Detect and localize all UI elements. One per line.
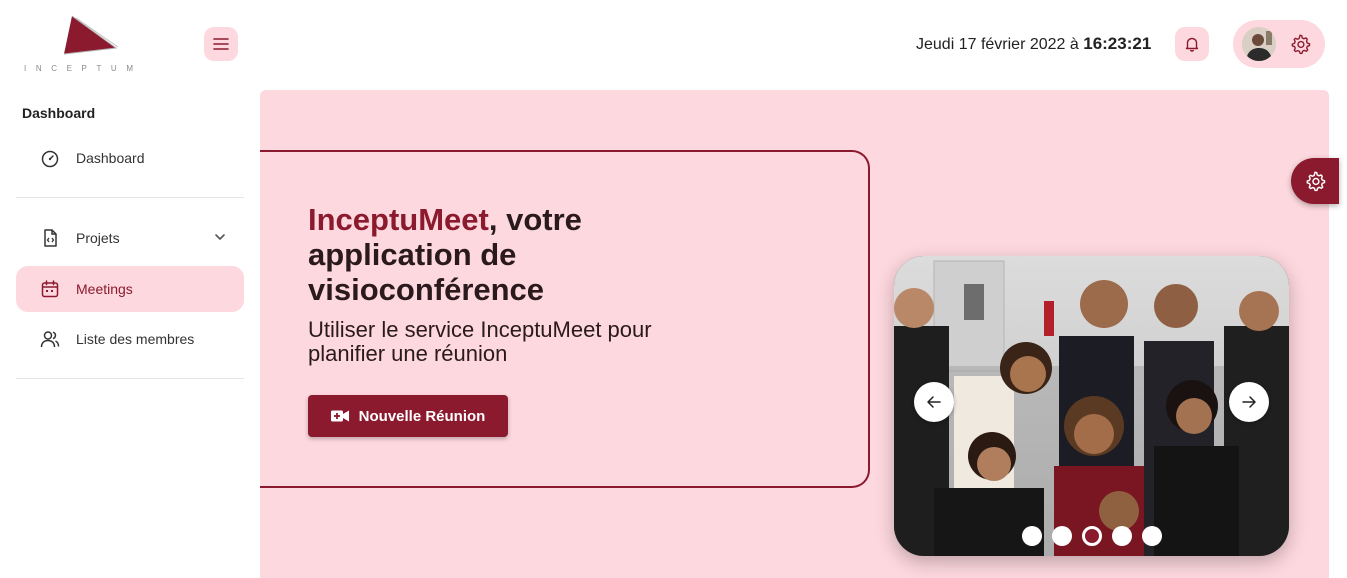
arrow-right-icon: [1242, 396, 1256, 408]
carousel-dot-active[interactable]: [1082, 526, 1102, 546]
sidebar-item-dashboard[interactable]: Dashboard: [16, 135, 244, 181]
image-carousel[interactable]: [894, 256, 1289, 556]
calendar-icon: [40, 279, 60, 299]
sidebar-item-membres[interactable]: Liste des membres: [16, 316, 244, 362]
settings-gear-icon[interactable]: [1289, 33, 1311, 55]
users-icon: [40, 329, 60, 349]
hero-title: InceptuMeet, votre application de visioc…: [308, 202, 668, 307]
sidebar-item-label: Dashboard: [76, 150, 145, 166]
new-meeting-button[interactable]: Nouvelle Réunion: [308, 395, 508, 437]
sidebar-item-label: Liste des membres: [76, 331, 195, 347]
carousel-dot[interactable]: [1022, 526, 1042, 546]
carousel-next-button[interactable]: [1229, 382, 1269, 422]
logo-mark: [63, 15, 119, 55]
gear-icon: [1306, 171, 1326, 192]
logo-text: INCEPTUM: [24, 64, 143, 73]
sidebar-divider: [16, 378, 244, 379]
sidebar-divider: [16, 197, 244, 198]
new-meeting-label: Nouvelle Réunion: [358, 407, 486, 425]
arrow-left-icon: [927, 396, 941, 408]
sidebar-item-label: Meetings: [76, 281, 133, 297]
carousel-indicators: [1022, 526, 1162, 546]
main-content: InceptuMeet, votre application de visioc…: [260, 90, 1329, 578]
carousel-dot[interactable]: [1142, 526, 1162, 546]
carousel-prev-button[interactable]: [914, 382, 954, 422]
sidebar-section-title: Dashboard: [22, 105, 96, 121]
hero-card: InceptuMeet, votre application de visioc…: [260, 150, 870, 488]
user-menu[interactable]: [1233, 20, 1325, 68]
settings-fab-button[interactable]: [1291, 158, 1339, 204]
sidebar-item-projets[interactable]: Projets: [16, 215, 244, 261]
hamburger-icon: [213, 38, 229, 50]
sidebar-item-label: Projets: [76, 230, 120, 246]
carousel-dot[interactable]: [1112, 526, 1132, 546]
video-plus-icon: [330, 410, 349, 422]
sidebar: INCEPTUM Dashboard Dashboard Projets Mee…: [0, 0, 260, 578]
chevron-down-icon: [215, 234, 225, 240]
notifications-button[interactable]: [1175, 27, 1209, 61]
gauge-icon: [40, 148, 60, 168]
hero-subtitle: Utiliser le service InceptuMeet pour pla…: [308, 317, 652, 366]
logo[interactable]: INCEPTUM: [24, 14, 158, 76]
hero-brand-word: InceptuMeet: [308, 202, 489, 237]
date-text: Jeudi 17 février 2022 à: [916, 36, 1079, 53]
avatar[interactable]: [1242, 27, 1276, 61]
bell-icon: [1185, 37, 1199, 52]
file-code-icon: [40, 228, 60, 248]
clock-time: 16:23:21: [1083, 34, 1152, 53]
carousel-dot[interactable]: [1052, 526, 1072, 546]
menu-toggle-button[interactable]: [204, 27, 238, 61]
sidebar-item-meetings[interactable]: Meetings: [16, 266, 244, 312]
header-datetime: Jeudi 17 février 2022 à 16:23:21: [916, 34, 1151, 54]
